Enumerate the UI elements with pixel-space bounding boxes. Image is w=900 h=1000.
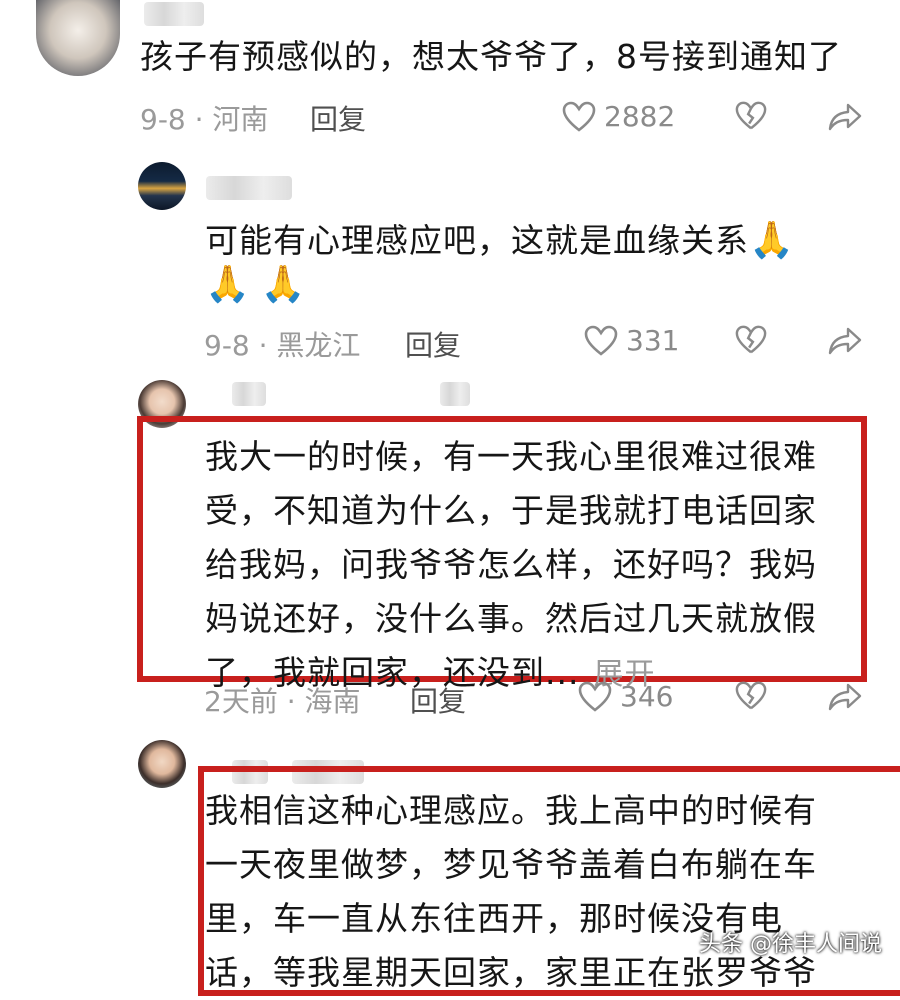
comment-text-line: 我大一的时候，有一天我心里很难过很难 [205,437,817,476]
comment-text: 我相信这种心理感应。我上高中的时候有 一天夜里做梦，梦见爷爷盖着白布躺在车 里，… [205,784,865,1000]
share-arrow-icon [828,102,862,132]
avatar[interactable] [138,740,186,788]
username-blurred [144,2,204,26]
heart-outline-icon [578,681,612,713]
reply-button[interactable]: 回复 [410,680,466,720]
like-count: 331 [626,324,680,357]
comment-date-location: 9-8 · 河南 [140,103,269,136]
comment-date-location: 2天前 · 海南 [204,685,361,718]
heart-outline-icon [562,101,596,133]
dislike-button[interactable] [735,100,767,132]
broken-heart-icon [735,324,767,356]
dislike-button[interactable] [735,324,767,356]
comment-text-line: 给我妈，问我爷爷怎么样，还好吗？我妈 [205,545,817,584]
broken-heart-icon [735,680,767,712]
share-button[interactable] [828,682,862,712]
comment-text-line: 妈说还好，没什么事。然后过几天就放假 [205,599,817,638]
comment-text: 孩子有预感似的，想太爷爷了，8号接到通知了 [140,37,842,76]
praying-hands-emoji: 🙏 [260,264,307,305]
avatar[interactable] [36,0,120,76]
praying-hands-emoji: 🙏 [749,220,795,261]
comment-text-line: 可能有心理感应吧，这就是血缘关系 [205,221,749,260]
like-button[interactable]: 346 [578,680,673,713]
share-arrow-icon [828,326,862,356]
username-blurred [206,176,292,200]
like-count: 346 [620,680,674,713]
broken-heart-icon [735,100,767,132]
watermark: 头条 @徐丰人间说 [699,932,882,957]
share-button[interactable] [828,102,862,132]
avatar[interactable] [138,162,186,210]
comment-text-line: 受，不知道为什么，于是我就打电话回家 [205,491,817,530]
username-blurred [232,382,266,406]
dislike-button[interactable] [735,680,767,712]
comment-date-location: 9-8 · 黑龙江 [204,329,361,362]
heart-outline-icon [584,325,618,357]
reply-button[interactable]: 回复 [405,324,461,364]
like-button[interactable]: 2882 [562,100,675,133]
emoji-line: 🙏 🙏 [205,258,307,312]
like-count: 2882 [604,100,676,133]
praying-hands-emoji: 🙏 [205,264,251,305]
comment-text-line: 我相信这种心理感应。我上高中的时候有 [205,791,817,830]
like-button[interactable]: 331 [584,324,679,357]
share-arrow-icon [828,682,862,712]
share-button[interactable] [828,326,862,356]
reply-button[interactable]: 回复 [310,98,366,138]
comment-text-line: 一天夜里做梦，梦见爷爷盖着白布躺在车 [205,845,817,884]
username-blurred [440,382,470,406]
comment-text: 我大一的时候，有一天我心里很难过很难 受，不知道为什么，于是我就打电话回家 给我… [205,430,845,702]
